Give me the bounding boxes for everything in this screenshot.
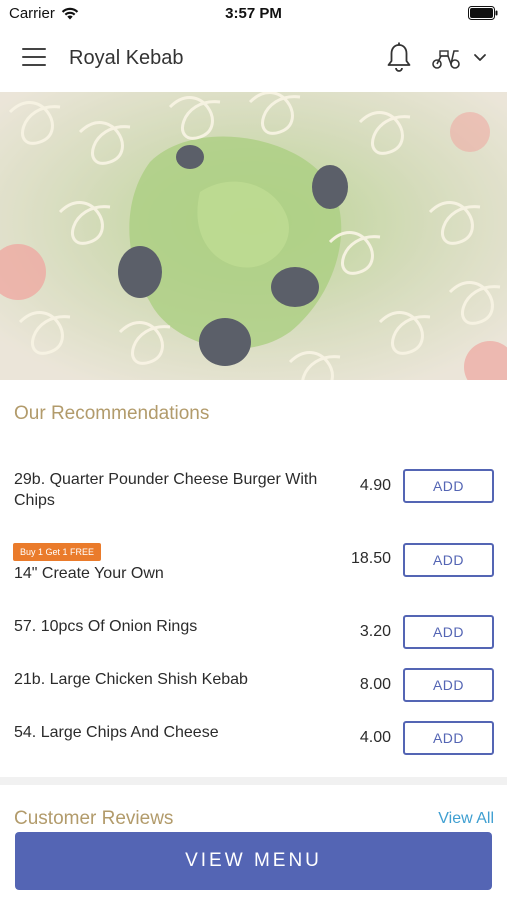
item-name: 57. 10pcs Of Onion Rings — [14, 618, 198, 635]
item-price: 3.20 — [359, 623, 391, 640]
chevron-down-icon[interactable] — [472, 52, 488, 64]
section-divider — [0, 777, 507, 785]
add-button[interactable]: ADD — [403, 668, 494, 702]
recommendations-title: Our Recommendations — [14, 403, 210, 424]
bottom-bar: VIEW MENU — [0, 824, 507, 900]
add-button[interactable]: ADD — [403, 615, 494, 649]
add-button[interactable]: ADD — [403, 721, 494, 755]
add-button[interactable]: ADD — [403, 469, 494, 503]
view-menu-button[interactable]: VIEW MENU — [15, 832, 492, 890]
item-name: 14" Create Your Own — [14, 565, 164, 582]
offer-badge: Buy 1 Get 1 FREE — [13, 543, 102, 561]
battery-icon — [468, 6, 498, 20]
item-price: 8.00 — [359, 676, 391, 693]
status-bar: Carrier 3:57 PM — [0, 0, 507, 26]
scooter-icon[interactable] — [430, 46, 462, 70]
add-button[interactable]: ADD — [403, 543, 494, 577]
item-name: 54. Large Chips And Cheese — [14, 724, 219, 741]
item-price: 4.00 — [359, 729, 391, 746]
hero-image — [0, 92, 507, 380]
item-price: 4.90 — [359, 477, 391, 494]
app-header: Royal Kebab — [0, 26, 507, 92]
menu-icon[interactable] — [22, 48, 48, 68]
item-price: 18.50 — [350, 550, 391, 567]
page-title: Royal Kebab — [69, 47, 184, 69]
bell-icon[interactable] — [385, 42, 413, 74]
item-name: 21b. Large Chicken Shish Kebab — [14, 671, 248, 688]
item-name: 29b. Quarter Pounder Cheese Burger With … — [14, 471, 318, 509]
status-time: 3:57 PM — [225, 5, 282, 22]
